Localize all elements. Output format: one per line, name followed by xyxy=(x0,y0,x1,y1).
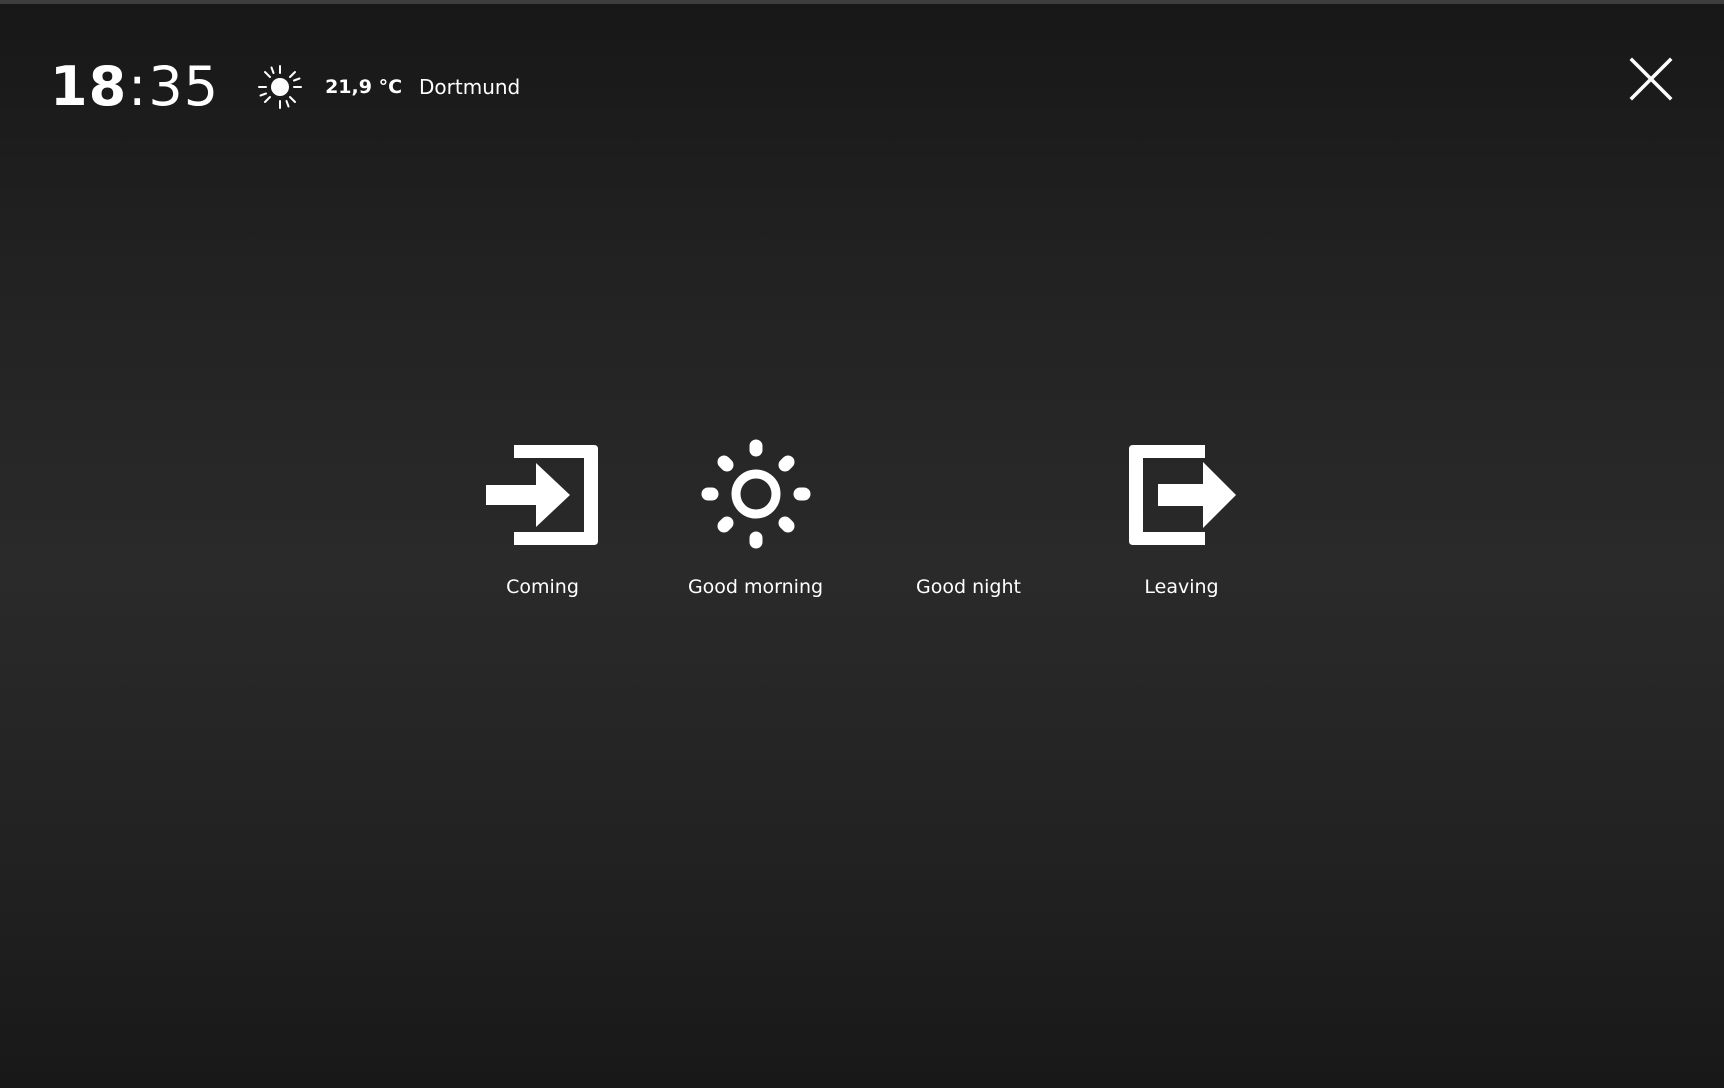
scene-good-night-button[interactable]: Good night xyxy=(862,436,1075,598)
sun-icon xyxy=(258,65,303,109)
logout-arrow-icon xyxy=(1128,445,1236,545)
scene-label: Good night xyxy=(916,576,1021,598)
sun-icon xyxy=(701,439,810,549)
scene-label: Leaving xyxy=(1144,576,1219,598)
scene-label: Coming xyxy=(506,576,579,598)
window-top-border xyxy=(0,0,1724,4)
close-icon xyxy=(1629,57,1673,101)
scene-good-morning-button[interactable]: Good morning xyxy=(649,436,862,598)
clock-minutes: 35 xyxy=(148,55,220,118)
scene-leaving-button[interactable]: Leaving xyxy=(1075,436,1288,598)
clock-hours: 18 xyxy=(50,55,128,118)
moon-icon xyxy=(914,437,982,532)
login-arrow-icon xyxy=(485,445,598,545)
clock: 18:35 xyxy=(50,60,219,114)
scene-list: Coming Good morning Good night Leaving xyxy=(0,436,1724,598)
city-name: Dortmund xyxy=(419,75,521,99)
scene-label: Good morning xyxy=(687,576,824,598)
temperature: 21,9 °C xyxy=(325,76,403,98)
close-button[interactable] xyxy=(1628,56,1674,102)
status-header: 18:35 21,9 °C Dortmund xyxy=(50,52,520,122)
scene-coming-button[interactable]: Coming xyxy=(436,436,649,598)
clock-separator: : xyxy=(128,55,148,118)
